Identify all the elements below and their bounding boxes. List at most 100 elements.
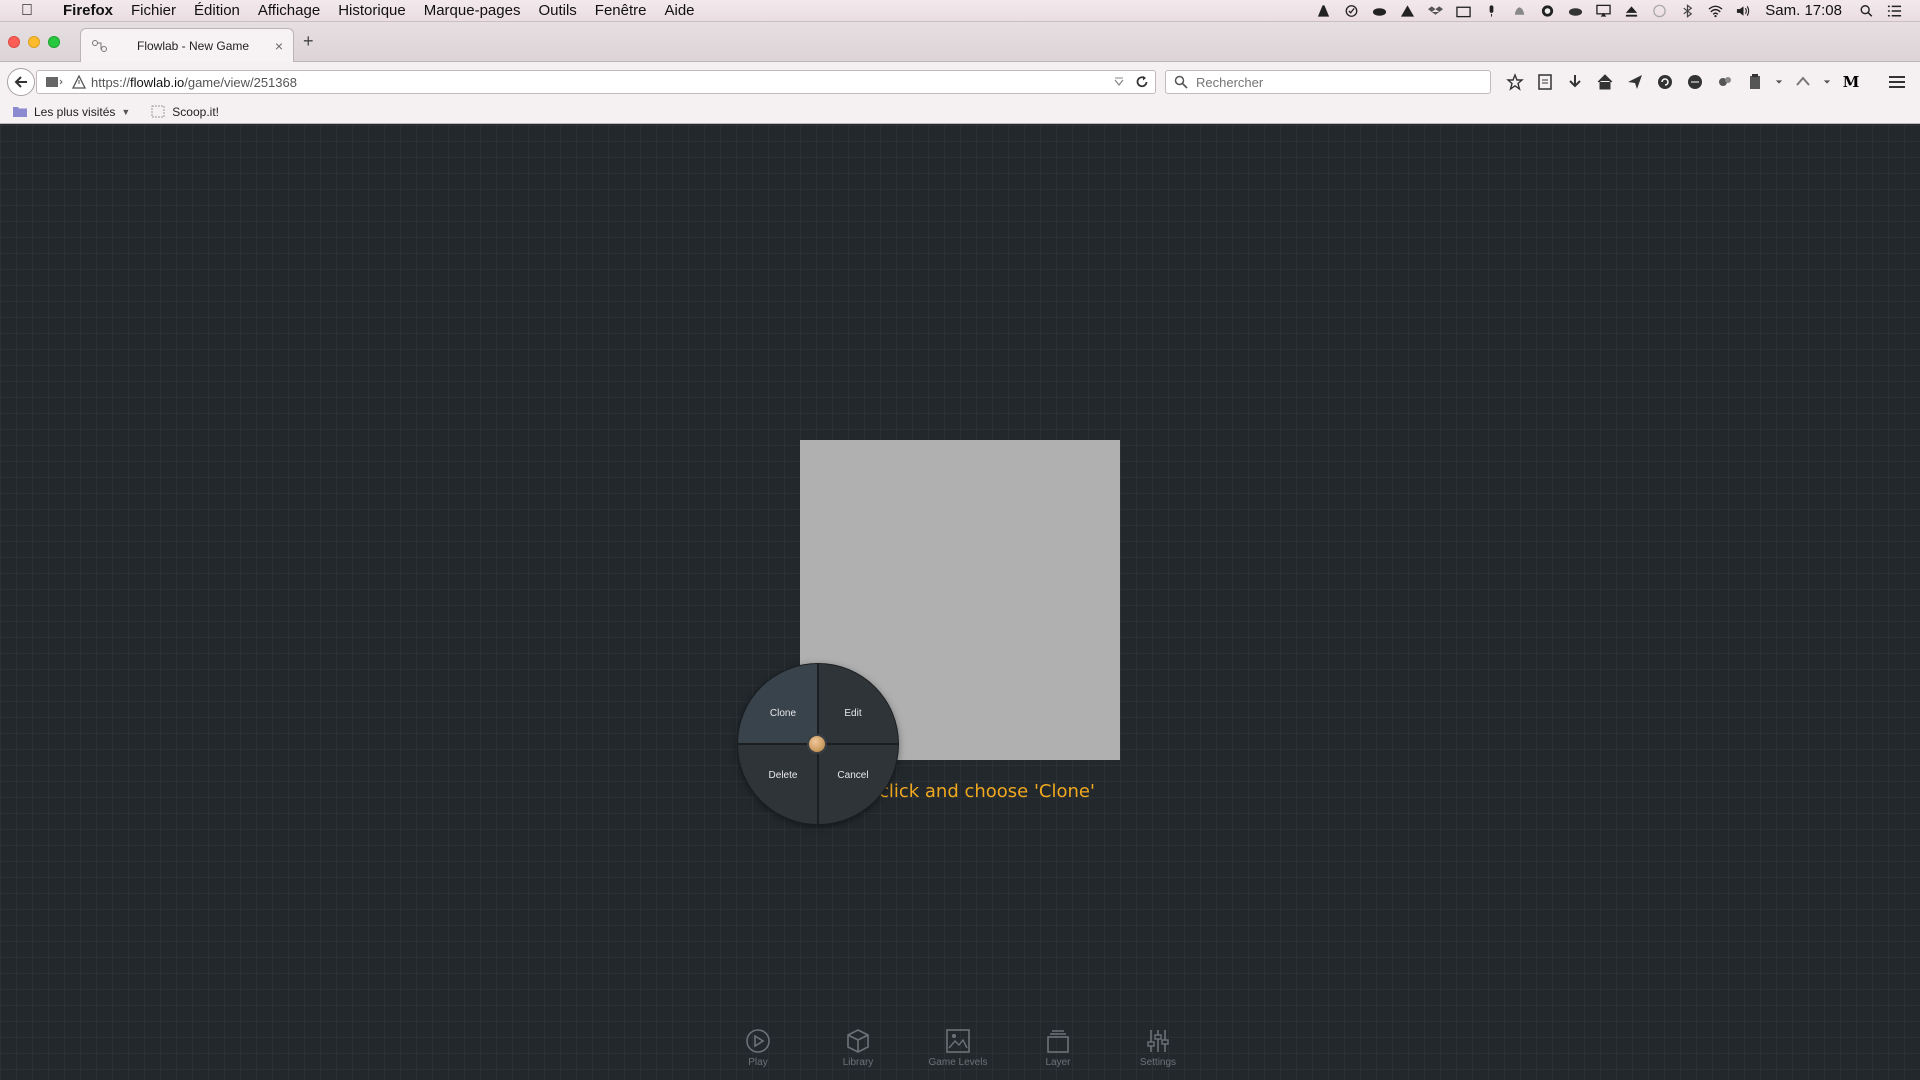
menu-marque-pages[interactable]: Marque-pages [415,0,530,22]
send-tab-icon[interactable] [1624,72,1646,92]
site-identity-icon[interactable] [45,75,63,89]
window-zoom-button[interactable] [48,36,60,48]
game-levels-label: Game Levels [928,1057,988,1068]
bookmark-label: Les plus visités [34,104,116,119]
dropdown-arrow-icon[interactable] [1822,72,1832,92]
page-icon [151,105,165,118]
extension-icon[interactable] [1714,72,1736,92]
bookmarks-bar: Les plus visités ▼ Scoop.it! [0,100,1920,124]
airplay-icon[interactable] [1595,4,1611,18]
tab-title: Flowlab - New Game [137,38,250,53]
microphone-icon[interactable] [1483,4,1499,18]
bookmark-scoopit[interactable]: Scoop.it! [150,105,219,119]
menu-app-firefox[interactable]: Firefox [54,0,122,22]
layer-button[interactable]: Layer [1018,1028,1098,1078]
menubar-clock[interactable]: Sam. 17:08 [1765,2,1842,19]
status-icons: Sam. 17:08 [1309,0,1920,22]
notification-center-icon[interactable] [1886,4,1902,18]
tab-close-icon[interactable]: × [275,38,283,54]
url-bar[interactable]: https://flowlab.io/game/view/251368 [36,70,1156,94]
bell-icon[interactable] [1511,4,1527,18]
cloud-icon[interactable] [1371,4,1387,18]
tab-strip: Flowlab - New Game × + [0,22,1920,62]
creative-cloud-icon[interactable] [1539,4,1555,18]
dropbox-icon[interactable] [1427,4,1443,18]
settings-button[interactable]: Settings [1118,1028,1198,1078]
dropdown-arrow-icon[interactable] [1774,72,1784,92]
hamburger-menu-icon[interactable] [1886,72,1908,92]
layer-label: Layer [1045,1057,1071,1068]
window-close-button[interactable] [8,36,20,48]
play-label: Play [748,1057,768,1068]
clone-menu-item[interactable]: Clone [738,664,818,744]
url-prefix: https:// [91,74,131,90]
dropdown-history-icon[interactable] [1113,76,1125,88]
edit-menu-item[interactable]: Edit [818,664,898,744]
reload-icon[interactable] [1135,75,1149,89]
url-host: flowlab.io [130,74,185,90]
time-machine-icon[interactable] [1651,4,1667,18]
download-icon[interactable] [1564,72,1586,92]
volume-icon[interactable] [1735,4,1751,18]
inbox-icon[interactable] [1455,4,1471,18]
chat-icon[interactable] [1684,72,1706,92]
search-icon [1174,75,1188,89]
eject-icon[interactable] [1623,4,1639,18]
chevron-down-icon: ▼ [121,106,131,117]
reading-list-icon[interactable] [1534,72,1556,92]
settings-label: Settings [1139,1057,1177,1068]
menu-aide[interactable]: Aide [656,0,704,22]
new-tab-button[interactable]: + [303,31,314,52]
bookmark-star-icon[interactable] [1504,72,1526,92]
wifi-icon[interactable] [1707,4,1723,18]
google-drive-icon[interactable] [1399,4,1415,18]
url-path: /game/view/251368 [184,74,297,90]
icloud-icon[interactable] [1567,4,1583,18]
menu-fenetre[interactable]: Fenêtre [586,0,656,22]
spotlight-search-icon[interactable] [1858,4,1874,18]
sync-icon[interactable] [1654,72,1676,92]
menu-affichage[interactable]: Affichage [249,0,329,22]
search-input[interactable] [1196,74,1476,90]
bookmark-les-plus-visites[interactable]: Les plus visités ▼ [12,105,130,119]
edit-label: Edit [844,707,862,719]
search-bar[interactable] [1165,70,1491,94]
apple-icon[interactable]:  [0,2,54,20]
adobe-icon[interactable] [1315,4,1331,18]
folder-icon [13,107,27,117]
medium-m-icon[interactable]: M [1840,72,1862,92]
game-canvas[interactable]: Right-click and choose 'Clone' Clone Edi… [0,125,1920,1080]
sliders-icon [1147,1030,1169,1052]
delete-menu-item[interactable]: Delete [738,744,818,824]
cancel-label: Cancel [837,769,869,781]
nav-bar: https://flowlab.io/game/view/251368 M [0,62,1920,102]
window-minimize-button[interactable] [28,36,40,48]
back-arrow-icon [14,76,27,88]
flowlab-favicon-icon [92,39,107,52]
library-button[interactable]: Library [818,1028,898,1078]
radial-center-knob [807,734,827,754]
cube-icon [847,1029,869,1053]
image-icon [946,1029,970,1053]
browser-toolbar-icons: M [1500,72,1866,92]
check-circle-icon[interactable] [1343,4,1359,18]
home-icon[interactable] [1594,72,1616,92]
bluetooth-icon[interactable] [1679,3,1695,18]
play-button[interactable]: Play [718,1028,798,1078]
cancel-menu-item[interactable]: Cancel [818,744,898,824]
os-menubar:  Firefox Fichier Édition Affichage Hist… [0,0,1920,22]
bottom-toolbar: Play Library Game Levels Layer Settings [718,1028,1198,1078]
clone-label: Clone [769,707,797,719]
browser-tab-active[interactable]: Flowlab - New Game × [80,28,294,62]
menu-outils[interactable]: Outils [529,0,585,22]
warning-triangle-icon[interactable] [71,75,87,89]
screenshot-icon[interactable] [1792,72,1814,92]
menu-historique[interactable]: Historique [329,0,415,22]
library-label: Library [842,1057,874,1068]
play-icon [746,1029,770,1053]
back-button[interactable] [7,68,35,96]
menu-fichier[interactable]: Fichier [122,0,185,22]
game-levels-button[interactable]: Game Levels [918,1028,998,1078]
clipboard-icon[interactable] [1744,72,1766,92]
menu-edition[interactable]: Édition [185,0,249,22]
